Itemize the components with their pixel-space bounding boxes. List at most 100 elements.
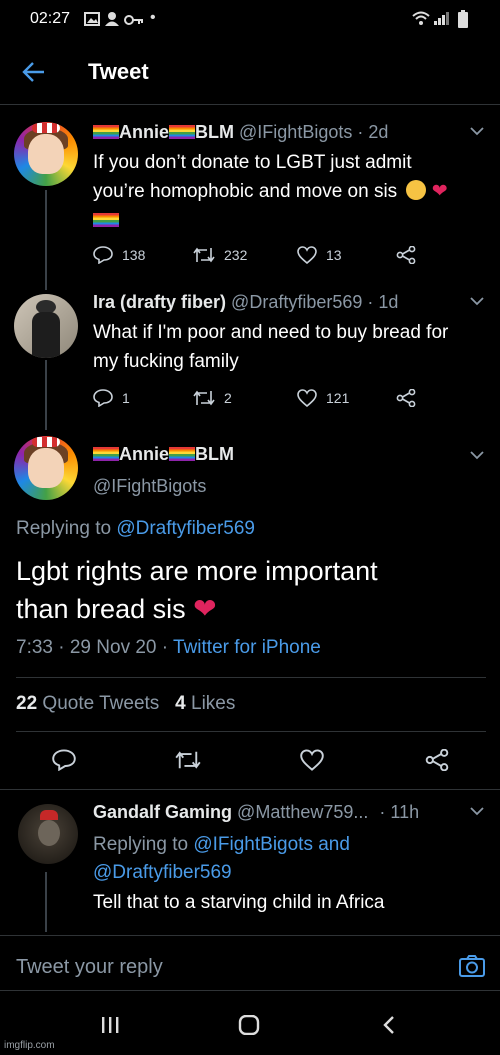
header: Tweet [0, 40, 500, 104]
quote-tweets-link[interactable]: 22 Quote Tweets [16, 693, 159, 714]
signal-icon [434, 11, 450, 30]
red-heart-emoji-icon: ❤ [193, 593, 217, 624]
avatar[interactable] [14, 436, 78, 500]
status-dot: • [150, 9, 156, 26]
back-arrow-icon[interactable] [22, 61, 46, 83]
retweet-icon [193, 247, 215, 263]
tweet-text: If you don’t donate to LGBT just admit y… [93, 148, 448, 235]
heart-icon [297, 246, 317, 264]
thread-line [45, 872, 47, 932]
reply-button[interactable]: 138 [93, 246, 145, 264]
stats-divider-bottom [16, 731, 486, 732]
tweet-text-line-2: my fucking family [93, 351, 239, 372]
chevron-down-icon[interactable] [470, 806, 484, 816]
author-name[interactable]: Annie [119, 444, 169, 464]
avatar[interactable] [14, 122, 78, 186]
face-emoji-icon [406, 180, 427, 200]
author-handle[interactable]: @Draftyfiber569 [231, 292, 362, 312]
author-handle[interactable]: @IFightBigots [239, 122, 352, 142]
avatar[interactable] [14, 294, 78, 358]
thread-line [45, 360, 47, 430]
status-time: 02:27 [30, 10, 71, 27]
like-button[interactable] [300, 749, 324, 776]
author-name[interactable]: Annie [119, 122, 169, 142]
actions-divider [0, 789, 500, 790]
author-name[interactable]: Ira (drafty fiber) [93, 292, 226, 312]
replying-handle-link[interactable]: @IFightBigots and [193, 834, 350, 855]
retweet-button[interactable] [175, 749, 201, 776]
retweet-button[interactable]: 232 [193, 246, 247, 264]
main-tweet-text: Lgbt rights are more important than brea… [16, 552, 378, 628]
heart-icon [297, 389, 317, 407]
like-count: 13 [326, 247, 342, 263]
header-divider [0, 104, 500, 105]
heart-icon [300, 749, 324, 771]
main-tweet-actions [0, 748, 500, 776]
like-button[interactable]: 13 [297, 246, 342, 264]
page-title: Tweet [88, 59, 149, 84]
chevron-down-icon[interactable] [470, 296, 484, 306]
main-tweet-text-line-2: than bread sis ❤ [16, 593, 217, 624]
rainbow-flag-icon [93, 447, 119, 461]
share-button[interactable] [396, 246, 416, 264]
like-button[interactable]: 121 [297, 389, 349, 407]
tweet-text-line: If you don’t donate to LGBT just admit [93, 152, 412, 173]
share-button[interactable] [425, 748, 449, 776]
thread-line [45, 190, 47, 290]
tweet-stats: 22 Quote Tweets 4 Likes [16, 693, 235, 715]
reply-count: 138 [122, 247, 146, 263]
retweet-count: 2 [224, 390, 232, 406]
tweet-author-line: Ira (drafty fiber) @Draftyfiber569 · 1d [93, 292, 398, 313]
client-link[interactable]: Twitter for iPhone [173, 637, 321, 658]
tweet-author-line: Gandalf Gaming @Matthew759... · 11h [93, 802, 419, 823]
avatar[interactable] [18, 804, 78, 864]
reply-icon [93, 389, 113, 407]
likes-link[interactable]: 4 Likes [175, 693, 235, 714]
tweet-author-line: Annie BLM @IFightBigots · 2d [93, 122, 388, 143]
navigation-bar: imgflip.com [0, 991, 500, 1055]
author-name-suffix[interactable]: BLM [195, 122, 234, 142]
rainbow-flag-icon [169, 125, 196, 139]
back-icon[interactable] [382, 1015, 396, 1040]
tweet-text-line-2: you’re homophobic and move on sis ❤ [93, 180, 448, 202]
author-name[interactable]: Gandalf Gaming [93, 802, 232, 822]
rainbow-flag-icon [93, 125, 119, 139]
chevron-down-icon[interactable] [470, 450, 484, 460]
retweet-button[interactable]: 2 [193, 389, 232, 407]
tweet-time: · 11h [379, 802, 420, 822]
author-handle[interactable]: @Matthew759... [237, 802, 368, 822]
replying-handle-link-2[interactable]: @Draftyfiber569 [93, 859, 350, 887]
reply-icon [93, 246, 113, 264]
retweet-icon [175, 751, 201, 769]
tweet-text: What if I'm poor and need to buy bread f… [93, 318, 448, 376]
reply-button[interactable]: 1 [93, 389, 130, 407]
reply-icon [52, 749, 76, 772]
recent-apps-icon[interactable] [100, 1016, 120, 1039]
chevron-down-icon[interactable] [470, 126, 484, 136]
tweet-timestamp: 7:33 · 29 Nov 20 · Twitter for iPhone [16, 637, 321, 658]
share-icon [425, 748, 449, 772]
author-handle[interactable]: @IFightBigots [93, 476, 206, 497]
replying-handle-link[interactable]: @Draftyfiber569 [116, 518, 255, 539]
hearts-emoji-icon: ❤ [431, 181, 448, 202]
camera-icon[interactable] [458, 954, 486, 983]
rainbow-flag-icon [93, 213, 119, 227]
reply-composer[interactable]: Tweet your reply [0, 936, 500, 990]
wifi-icon [412, 10, 430, 31]
replying-to: Replying to @Draftyfiber569 [16, 518, 255, 539]
gallery-icon [84, 12, 100, 31]
like-count: 121 [326, 390, 350, 406]
author-name-suffix[interactable]: BLM [195, 444, 234, 464]
home-icon[interactable] [238, 1014, 260, 1040]
tweet-time: · 2d [357, 122, 389, 142]
battery-icon [458, 10, 468, 33]
key-icon [124, 13, 144, 31]
reply-input[interactable]: Tweet your reply [16, 956, 163, 979]
retweet-count: 232 [224, 247, 248, 263]
share-button[interactable] [396, 389, 416, 407]
share-icon [396, 246, 416, 264]
main-author-name: Annie BLM [93, 444, 234, 465]
watermark: imgflip.com [4, 1040, 55, 1051]
reply-count: 1 [122, 390, 130, 406]
reply-button[interactable] [52, 749, 76, 776]
